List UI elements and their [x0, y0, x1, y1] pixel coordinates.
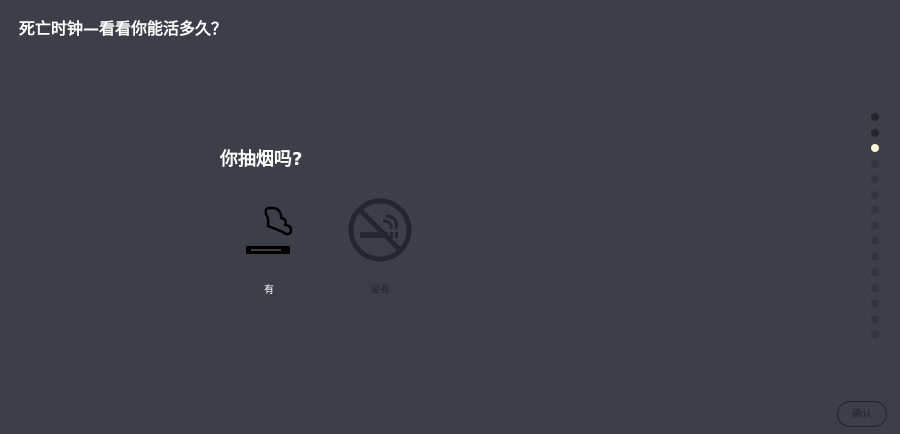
option-yes[interactable]: 有 — [229, 196, 309, 300]
question-title: 你抽烟吗? — [220, 149, 303, 170]
progress-dot[interactable] — [871, 206, 879, 214]
option-no[interactable]: 没有 — [340, 196, 420, 300]
progress-dot[interactable] — [871, 144, 879, 152]
progress-dot[interactable] — [871, 175, 879, 183]
progress-dot[interactable] — [871, 268, 879, 276]
progress-dot[interactable] — [871, 159, 879, 168]
app-title: 死亡时钟—看看你能活多久？ — [19, 19, 228, 38]
smoking-icon — [246, 206, 293, 254]
option-no-label: 没有 — [370, 285, 390, 296]
progress-dot[interactable] — [871, 252, 879, 261]
progress-indicator — [870, 113, 880, 346]
progress-dot[interactable] — [871, 283, 879, 292]
progress-dot[interactable] — [871, 221, 879, 230]
no-smoking-icon — [348, 198, 412, 262]
progress-dot[interactable] — [871, 113, 879, 121]
progress-dot[interactable] — [871, 314, 879, 323]
progress-dot[interactable] — [871, 330, 879, 338]
progress-dot[interactable] — [871, 128, 879, 137]
progress-dot[interactable] — [871, 299, 879, 307]
option-yes-label: 有 — [264, 285, 274, 296]
confirm-button[interactable]: 确认 — [837, 401, 887, 427]
progress-dot[interactable] — [871, 237, 879, 245]
progress-dot[interactable] — [871, 190, 879, 199]
